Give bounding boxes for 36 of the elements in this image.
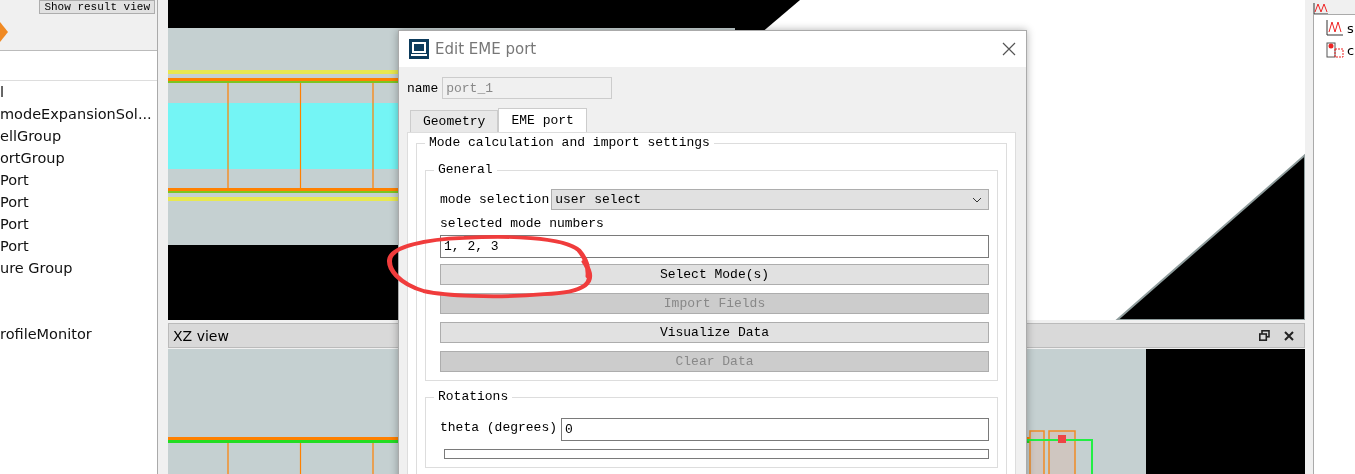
action-button[interactable]: Select Mode(s) bbox=[440, 264, 989, 285]
chevron-down-icon bbox=[972, 196, 982, 203]
mode-selection-dropdown[interactable]: user select bbox=[551, 189, 989, 210]
tab[interactable]: Geometry bbox=[410, 110, 499, 132]
tree-item[interactable]: s bbox=[1347, 20, 1354, 36]
monitor-icon bbox=[1326, 42, 1344, 58]
tree-item[interactable]: Port bbox=[0, 235, 157, 257]
close-icon[interactable] bbox=[1284, 330, 1294, 341]
field-label: theta (degrees) bbox=[440, 420, 558, 435]
restore-icon[interactable] bbox=[1259, 330, 1270, 341]
show-result-view-button[interactable]: Show result view bbox=[39, 0, 155, 14]
field-label: name bbox=[407, 80, 439, 96]
tree-item[interactable]: Port bbox=[0, 191, 157, 213]
field-label: selected mode numbers bbox=[440, 216, 604, 231]
tree-item[interactable]: Port bbox=[0, 213, 157, 235]
tree-item[interactable]: ellGroup bbox=[0, 125, 157, 147]
input-field[interactable]: 0 bbox=[561, 418, 989, 441]
tree-item[interactable]: c bbox=[1347, 42, 1355, 58]
tree-item[interactable]: ortGroup bbox=[0, 147, 157, 169]
panel-title: XZ view bbox=[173, 327, 229, 344]
waveform-icon bbox=[1326, 20, 1344, 36]
tree-item[interactable]: ure Group bbox=[0, 257, 157, 279]
tree-item[interactable]: Port bbox=[0, 169, 157, 191]
input-field[interactable] bbox=[444, 449, 989, 459]
waveform-icon[interactable] bbox=[1313, 3, 1329, 15]
dialog-title: Edit EME port bbox=[435, 40, 538, 58]
group-title: Mode calculation and import settings bbox=[425, 135, 714, 150]
tree-item[interactable]: l bbox=[0, 81, 157, 103]
tab[interactable]: EME port bbox=[498, 108, 587, 132]
app-logo-icon bbox=[409, 39, 429, 59]
tree-item[interactable]: modeExpansionSol... bbox=[0, 103, 157, 125]
action-button[interactable]: Visualize Data bbox=[440, 322, 989, 343]
field-label: mode selection bbox=[440, 192, 550, 207]
close-icon[interactable] bbox=[1002, 42, 1016, 56]
mode-numbers-field[interactable]: 1, 2, 3 bbox=[440, 235, 989, 258]
tree-item[interactable]: rofileMonitor bbox=[0, 323, 157, 345]
